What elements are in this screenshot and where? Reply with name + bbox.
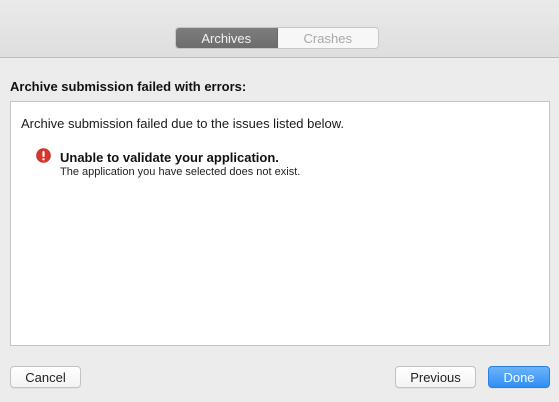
tab-archives[interactable]: Archives	[176, 28, 278, 48]
error-icon	[36, 148, 51, 163]
done-button[interactable]: Done	[488, 366, 550, 388]
issue-title: Unable to validate your application.	[60, 150, 279, 165]
archive-submission-window: Archives Crashes Archive submission fail…	[0, 0, 559, 402]
issues-panel: Archive submission failed due to the iss…	[10, 101, 550, 346]
panel-intro-text: Archive submission failed due to the iss…	[21, 116, 345, 131]
view-segmented-control: Archives Crashes	[175, 27, 379, 49]
page-heading: Archive submission failed with errors:	[10, 79, 247, 94]
previous-button[interactable]: Previous	[395, 366, 476, 388]
tab-crashes[interactable]: Crashes	[277, 28, 378, 48]
issue-detail: The application you have selected does n…	[60, 166, 301, 178]
cancel-button[interactable]: Cancel	[10, 366, 81, 388]
toolbar: Archives Crashes	[0, 0, 559, 58]
